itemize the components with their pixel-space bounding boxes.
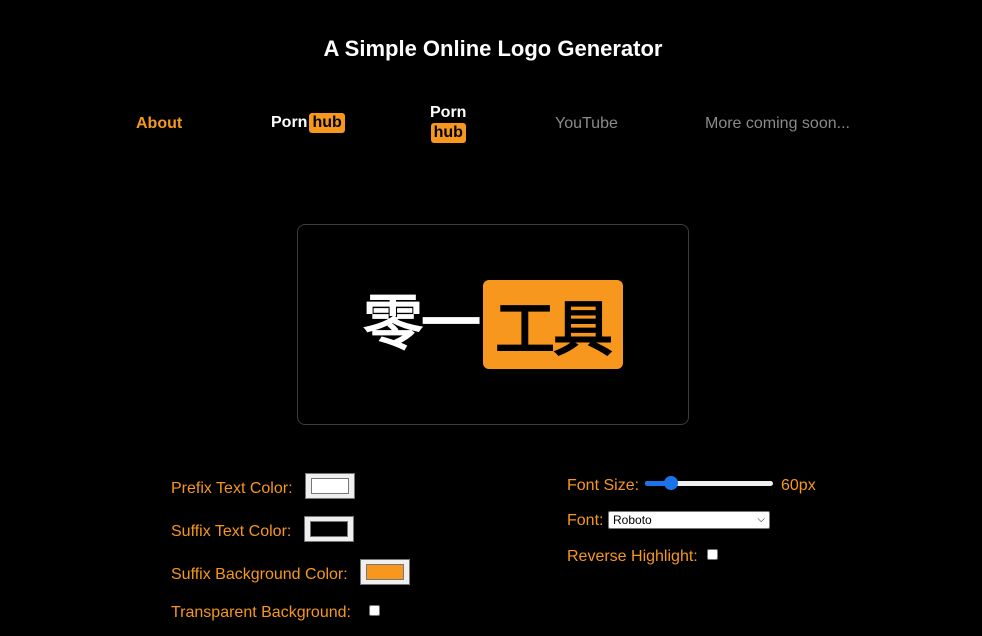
font-select[interactable]: Roboto ⌵ <box>608 511 770 529</box>
suffix-bg-color-label: Suffix Background Color: <box>171 566 348 583</box>
nav-about-link[interactable]: About <box>136 115 182 133</box>
slider-thumb[interactable] <box>663 476 678 490</box>
logo-suffix-box: 工具 <box>483 280 623 369</box>
reverse-highlight-checkbox[interactable] <box>707 549 718 560</box>
font-size-slider[interactable] <box>645 476 773 490</box>
font-label: Font: <box>567 512 604 529</box>
suffix-color-label: Suffix Text Color: <box>171 523 292 540</box>
logo-preview: 零一 工具 <box>363 280 623 369</box>
nav-pornhub-suffix: hub <box>309 113 345 133</box>
transparent-bg-label: Transparent Background: <box>171 604 351 621</box>
font-size-value: 60px <box>781 477 816 494</box>
transparent-bg-checkbox[interactable] <box>369 605 380 616</box>
font-size-label: Font Size: <box>567 477 640 494</box>
logo-prefix-text: 零一 <box>363 289 481 359</box>
chevron-down-icon: ⌵ <box>757 514 765 525</box>
nav-pornhub-stacked-prefix: Porn <box>430 104 467 121</box>
nav-bar: About Porn hub Porn hub YouTube More com… <box>0 0 982 160</box>
nav-pornhub-prefix: Porn <box>271 114 308 131</box>
prefix-color-label: Prefix Text Color: <box>171 480 293 497</box>
nav-youtube-link[interactable]: YouTube <box>555 115 618 133</box>
nav-more-coming: More coming soon... <box>705 115 850 132</box>
nav-pornhub-inline-link[interactable]: Porn hub <box>271 113 345 133</box>
prefix-color-picker[interactable] <box>305 473 355 499</box>
nav-pornhub-stacked-link[interactable]: Porn hub <box>430 104 466 143</box>
suffix-color-picker[interactable] <box>304 516 354 542</box>
reverse-highlight-label: Reverse Highlight: <box>567 548 698 565</box>
suffix-bg-color-picker[interactable] <box>360 559 410 585</box>
font-select-value: Roboto <box>613 513 652 527</box>
nav-pornhub-stacked-suffix: hub <box>430 123 466 143</box>
suffix-bg-color-swatch <box>366 564 404 580</box>
prefix-color-swatch <box>311 478 349 494</box>
suffix-color-swatch <box>310 521 348 537</box>
page: A Simple Online Logo Generator About Por… <box>0 0 982 636</box>
